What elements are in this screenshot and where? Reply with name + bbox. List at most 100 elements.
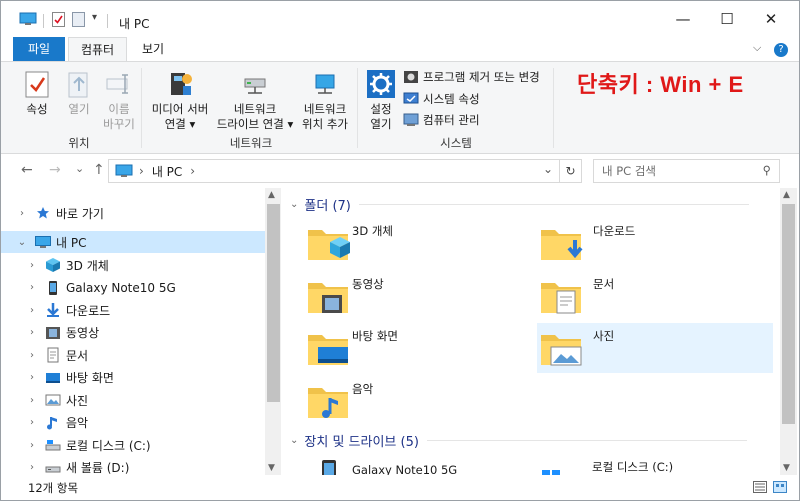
open-settings-label-1: 설정 [370, 102, 392, 116]
system-properties-button[interactable]: 시스템 속성 [403, 90, 480, 108]
folder-tile-downloads[interactable]: 다운로드 [537, 218, 773, 268]
music-icon [45, 415, 61, 431]
breadcrumb-this-pc[interactable]: 내 PC [152, 163, 182, 180]
expand-chevron-icon[interactable]: › [25, 305, 39, 316]
expand-chevron-icon[interactable]: › [25, 462, 39, 473]
up-button[interactable]: ↑ [93, 162, 105, 178]
expand-ribbon-chevron-icon[interactable]: ⌵ [753, 41, 761, 55]
rename-label-1: 이름 [108, 102, 130, 116]
computer-management-label: 컴퓨터 관리 [423, 113, 480, 127]
rename-label-2: 바꾸기 [103, 117, 135, 131]
devices-section-header[interactable]: ⌄ 장치 및 드라이브 (5) [290, 431, 747, 450]
properties-quick-icon[interactable] [52, 12, 65, 27]
minimize-button[interactable]: — [659, 1, 707, 37]
new-folder-quick-icon[interactable] [72, 12, 85, 27]
folder-tile-documents[interactable]: 문서 [537, 271, 773, 321]
navigation-pane: › 바로 가기 ⌄ 내 PC › 3D 개체 › Galaxy Note10 5G › 다… [1, 188, 281, 475]
maximize-button[interactable]: ☐ [703, 1, 751, 37]
folder-tile-pictures[interactable]: 사진 [537, 323, 773, 373]
nav-item-videos[interactable]: › 동영상 [1, 322, 265, 344]
uninstall-icon [404, 71, 418, 83]
properties-button[interactable]: 속성 [21, 68, 53, 117]
nav-item-pictures[interactable]: › 사진 [1, 389, 265, 411]
folder-tile-3d-objects[interactable]: 3D 개체 [304, 218, 540, 268]
help-icon[interactable]: ? [774, 43, 788, 57]
settings-gear-icon [365, 68, 397, 100]
nav-item-label: 로컬 디스크 (C:) [66, 438, 151, 453]
large-icons-view-icon[interactable] [773, 481, 787, 496]
folders-section-header[interactable]: ⌄ 폴더 (7) [290, 195, 749, 214]
nav-scrollbar[interactable]: ▲ ▼ [265, 188, 281, 475]
expand-chevron-icon[interactable]: › [25, 372, 39, 383]
expand-chevron-icon[interactable]: › [25, 260, 39, 271]
forward-button[interactable]: → [49, 162, 61, 178]
search-input[interactable]: 내 PC 검색 ⚲ [593, 159, 780, 183]
rename-button[interactable]: 이름 바꾸기 [99, 68, 139, 132]
nav-item-music[interactable]: › 음악 [1, 412, 265, 434]
search-icon[interactable]: ⚲ [763, 163, 771, 177]
expand-chevron-icon[interactable]: › [25, 395, 39, 406]
uninstall-program-button[interactable]: 프로그램 제거 또는 변경 [403, 68, 540, 86]
nav-item-documents[interactable]: › 문서 [1, 344, 265, 366]
open-settings-button[interactable]: 설정 열기 [363, 68, 399, 132]
expand-chevron-icon[interactable]: › [25, 350, 39, 361]
tab-view[interactable]: 보기 [131, 37, 175, 61]
group-label-network: 네트워크 [229, 136, 273, 150]
refresh-button[interactable]: ↻ [559, 160, 581, 182]
folder-label: 다운로드 [593, 224, 636, 238]
content-scroll-thumb[interactable] [782, 204, 795, 424]
folders-header-label: 폴더 (7) [304, 199, 351, 214]
nav-item-download[interactable]: › 다운로드 [1, 299, 265, 321]
expand-chevron-icon[interactable]: › [25, 327, 39, 338]
shortcut-annotation: 단축키 : Win + E [577, 72, 744, 97]
tab-file[interactable]: 파일 [13, 37, 65, 61]
scroll-down-icon[interactable]: ▼ [268, 463, 275, 473]
pictures-icon [45, 392, 61, 408]
add-network-location-button[interactable]: 네트워크 위치 추가 [298, 68, 352, 132]
nav-item-phone[interactable]: › Galaxy Note10 5G [1, 277, 265, 299]
pictures-folder-icon [537, 323, 585, 371]
computer-management-icon [403, 113, 419, 126]
address-bar[interactable]: › 내 PC › ⌄ ↻ [108, 159, 582, 183]
folder-tile-music[interactable]: 음악 [304, 376, 540, 426]
folder-tile-videos[interactable]: 동영상 [304, 271, 540, 321]
folder-tile-desktop[interactable]: 바탕 화면 [304, 323, 540, 373]
map-network-drive-button[interactable]: 네트워크 드라이브 연결 ▾ [213, 68, 297, 132]
nav-item-desktop[interactable]: › 바탕 화면 [1, 367, 265, 389]
star-icon [35, 205, 51, 221]
close-button[interactable]: ✕ [747, 1, 795, 37]
recent-locations-button[interactable]: ⌄ [75, 162, 84, 175]
expand-chevron-icon[interactable]: › [25, 440, 39, 451]
breadcrumb-separator-2[interactable]: › [190, 164, 195, 178]
collapse-chevron-icon[interactable]: ⌄ [290, 199, 298, 210]
nav-item-label: 바탕 화면 [66, 371, 114, 385]
nav-item-disk-d[interactable]: › 새 볼륨 (D:) [1, 457, 265, 475]
device-tile-phone[interactable]: Galaxy Note10 5G [316, 458, 516, 475]
scroll-up-icon[interactable]: ▲ [268, 190, 275, 200]
nav-this-pc[interactable]: ⌄ 내 PC [1, 231, 265, 253]
collapse-chevron-icon-2[interactable]: ⌄ [290, 435, 298, 446]
desktop-icon [45, 370, 61, 386]
content-scroll-down-icon[interactable]: ▼ [783, 463, 790, 473]
folder-label: 3D 개체 [352, 224, 393, 238]
nav-quick-access[interactable]: › 바로 가기 [1, 202, 265, 224]
open-label: 열기 [68, 102, 90, 116]
computer-management-button[interactable]: 컴퓨터 관리 [403, 111, 480, 129]
expand-chevron-icon[interactable]: › [25, 282, 39, 293]
address-dropdown-icon[interactable]: ⌄ [543, 162, 553, 176]
nav-item-3d-objects[interactable]: › 3D 개체 [1, 254, 265, 276]
details-view-icon[interactable] [753, 481, 767, 496]
open-button[interactable]: 열기 [63, 68, 95, 117]
customize-quick-access-icon[interactable]: ▾ [92, 12, 97, 23]
content-scroll-up-icon[interactable]: ▲ [783, 190, 790, 200]
content-scrollbar[interactable]: ▲ ▼ [780, 188, 797, 475]
expand-chevron-icon[interactable]: › [25, 417, 39, 428]
media-server-button[interactable]: 미디어 서버 연결 ▾ [147, 68, 213, 132]
breadcrumb-separator[interactable]: › [139, 164, 144, 178]
tab-computer[interactable]: 컴퓨터 [68, 37, 127, 62]
nav-item-disk-c[interactable]: › 로컬 디스크 (C:) [1, 434, 265, 456]
music-folder-icon [304, 376, 352, 424]
back-button[interactable]: ← [21, 162, 33, 178]
device-tile-disk-c[interactable]: 로컬 디스크 (C:) [538, 454, 778, 475]
nav-scroll-thumb[interactable] [267, 204, 280, 402]
